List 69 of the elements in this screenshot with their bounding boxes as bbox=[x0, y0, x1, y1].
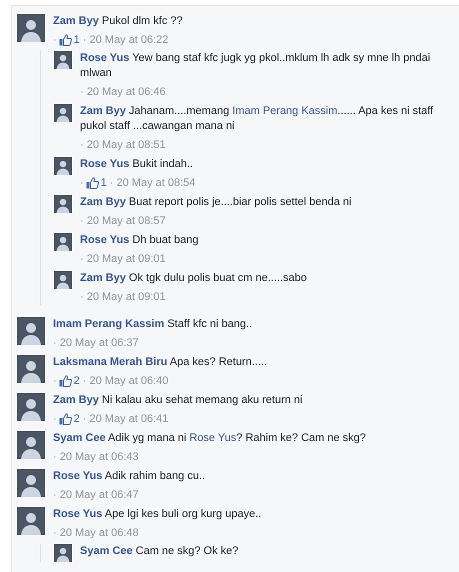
avatar[interactable] bbox=[17, 355, 45, 383]
thumbs-up-icon bbox=[58, 375, 72, 387]
timestamp-link[interactable]: · 20 May at 06:43 bbox=[53, 450, 139, 464]
thumbs-up-icon bbox=[86, 177, 99, 189]
timestamp-link[interactable]: · 20 May at 06:47 bbox=[53, 488, 139, 502]
comment-text: Rose Yus Ape lgi kes buli org kurg upaye.. bbox=[53, 507, 262, 522]
separator-dot: · bbox=[53, 374, 57, 388]
timestamp-link[interactable]: · 20 May at 08:57 bbox=[80, 214, 166, 228]
avatar[interactable] bbox=[54, 195, 72, 213]
author-link[interactable]: Zam Byy bbox=[80, 105, 126, 117]
timestamp-link[interactable]: · 20 May at 08:54 bbox=[110, 176, 196, 190]
author-link[interactable]: Syam Cee bbox=[53, 432, 106, 444]
author-link[interactable]: Laksmana Merah Biru bbox=[53, 356, 168, 368]
comment-text: Zam Byy Ok tgk dulu polis buat cm ne.....sabo bbox=[80, 271, 307, 286]
timestamp-link[interactable]: · 20 May at 08:51 bbox=[80, 138, 166, 152]
comment-text: Rose Yus Yew bang staf kfc jugk yg pkol..mklum lh adk sy mne lh pndai mlwan bbox=[80, 51, 432, 81]
author-link[interactable]: Rose Yus bbox=[80, 158, 130, 170]
timestamp-link[interactable]: · 20 May at 06:41 bbox=[82, 412, 168, 426]
avatar[interactable] bbox=[17, 14, 45, 42]
timestamp-link[interactable]: · 20 May at 06:22 bbox=[82, 32, 168, 48]
author-link[interactable]: Rose Yus bbox=[80, 234, 130, 246]
comment-text: Rose Yus Dh buat bang bbox=[80, 233, 198, 248]
avatar[interactable] bbox=[54, 544, 72, 562]
thumbs-up-icon bbox=[58, 413, 72, 425]
comment-text: Zam Byy Jahanam....memang Imam Perang Kassim...... Apa kes ni staff pukol staff ...cawangan mana ni bbox=[80, 104, 434, 134]
avatar[interactable] bbox=[17, 317, 45, 345]
timestamp-link[interactable]: · 20 May at 09:01 bbox=[80, 290, 166, 304]
like-count[interactable]: 1 bbox=[100, 176, 107, 190]
comment-text: Syam Cee Cam ne skg? Ok ke? bbox=[80, 544, 238, 559]
avatar[interactable] bbox=[17, 393, 45, 421]
author-link[interactable]: Zam Byy bbox=[53, 394, 99, 406]
author-link[interactable]: Zam Byy bbox=[80, 196, 126, 208]
timestamp-link[interactable]: · 20 May at 06:48 bbox=[53, 526, 139, 540]
like-count[interactable]: 1 bbox=[74, 32, 80, 48]
comment-text: Imam Perang Kassim Staff kfc ni bang.. bbox=[53, 317, 252, 332]
comment-text: Rose Yus Adik rahim bang cu.. bbox=[53, 469, 206, 484]
comment-text: Syam Cee Adik yg mana ni Rose Yus? Rahim ke? Cam ne skg? bbox=[53, 431, 366, 446]
timestamp-link[interactable]: · 20 May at 09:01 bbox=[80, 252, 166, 266]
author-link[interactable]: Rose Yus bbox=[53, 470, 102, 482]
comment-text: Zam Byy Ni kalau aku sehat memang aku return ni bbox=[53, 393, 302, 408]
comment-text: Rose Yus Bukit indah.. bbox=[80, 157, 194, 172]
like-count[interactable]: 2 bbox=[74, 374, 80, 388]
avatar[interactable] bbox=[17, 507, 45, 535]
thumbs-up-icon bbox=[58, 34, 72, 46]
mention-link[interactable]: Imam Perang Kassim bbox=[232, 105, 338, 117]
author-link[interactable]: Syam Cee bbox=[80, 545, 133, 557]
like-count[interactable]: 2 bbox=[74, 412, 80, 426]
comment-text: Zam Byy Pukol dlm kfc ?? bbox=[53, 14, 183, 29]
timestamp-link[interactable]: · 20 May at 06:40 bbox=[82, 374, 168, 388]
author-link[interactable]: Zam Byy bbox=[80, 272, 126, 284]
avatar[interactable] bbox=[54, 51, 72, 69]
author-link[interactable]: Rose Yus bbox=[80, 52, 130, 64]
timestamp-link[interactable]: · 20 May at 06:37 bbox=[53, 336, 139, 350]
avatar[interactable] bbox=[54, 271, 72, 289]
avatar[interactable] bbox=[54, 104, 72, 122]
comment-text: Laksmana Merah Biru Apa kes? Return..... bbox=[53, 355, 267, 370]
timestamp-link[interactable]: · 20 May at 06:46 bbox=[80, 84, 166, 100]
avatar[interactable] bbox=[17, 469, 45, 497]
avatar[interactable] bbox=[54, 157, 72, 175]
avatar[interactable] bbox=[17, 431, 45, 459]
separator-dot: · bbox=[53, 32, 57, 48]
author-link[interactable]: Zam Byy bbox=[53, 15, 99, 27]
separator-dot: · bbox=[53, 412, 57, 426]
avatar[interactable] bbox=[54, 233, 72, 251]
author-link[interactable]: Imam Perang Kassim bbox=[53, 318, 164, 330]
author-link[interactable]: Rose Yus bbox=[53, 508, 102, 520]
mention-link[interactable]: Rose Yus bbox=[189, 432, 236, 444]
comment-text: Zam Byy Buat report polis je....biar polis settel benda ni bbox=[80, 195, 352, 210]
separator-dot: · bbox=[80, 176, 84, 190]
